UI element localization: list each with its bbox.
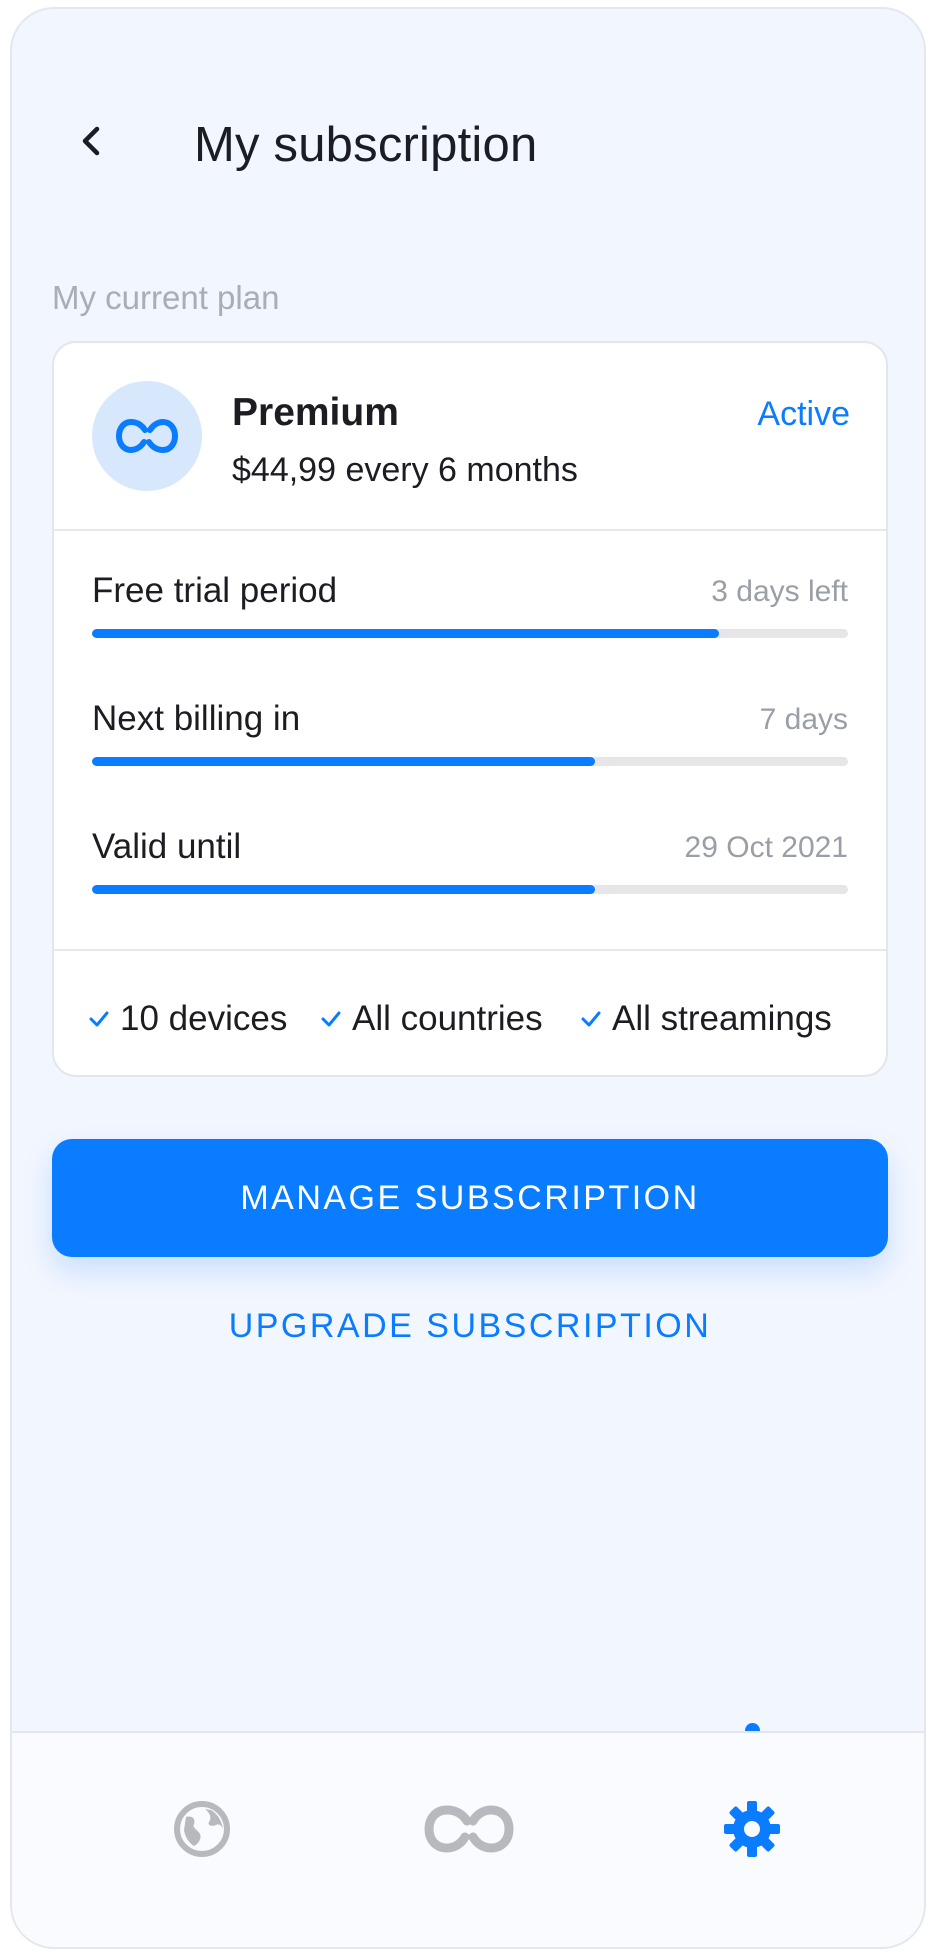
tab-vpn[interactable] xyxy=(419,1789,519,1869)
feature-label: 10 devices xyxy=(120,999,288,1038)
header: My subscription xyxy=(12,9,924,229)
plan-header: Premium $44,99 every 6 months Active xyxy=(54,343,886,531)
feature-list: 10 devices All countries All streamings xyxy=(54,949,886,1077)
row-value: 29 Oct 2021 xyxy=(684,831,848,864)
infinity-icon xyxy=(115,418,179,454)
row-value: 3 days left xyxy=(711,575,848,608)
infinity-icon xyxy=(424,1805,514,1853)
row-label: Next billing in xyxy=(92,699,301,738)
manage-subscription-button[interactable]: MANAGE SUBSCRIPTION xyxy=(52,1139,888,1257)
progress-bar-fill xyxy=(92,757,595,766)
phone-screen: My subscription My current plan Premium … xyxy=(10,7,926,1949)
check-icon xyxy=(580,1008,602,1030)
plan-status-badge: Active xyxy=(757,395,850,433)
back-button[interactable] xyxy=(64,113,120,169)
upgrade-subscription-button[interactable]: UPGRADE SUBSCRIPTION xyxy=(52,1307,888,1357)
chevron-left-icon xyxy=(82,126,100,156)
feature-item: All streamings xyxy=(580,999,832,1039)
progress-bar xyxy=(92,885,848,894)
gear-icon xyxy=(724,1801,780,1857)
plan-name: Premium xyxy=(232,391,399,434)
progress-row-valid: Valid until 29 Oct 2021 xyxy=(92,827,848,917)
progress-row-trial: Free trial period 3 days left xyxy=(92,571,848,661)
progress-bar xyxy=(92,629,848,638)
bottom-tab-bar xyxy=(12,1731,924,1947)
row-value: 7 days xyxy=(759,703,848,736)
globe-icon xyxy=(174,1801,230,1857)
progress-bar-fill xyxy=(92,885,595,894)
section-label: My current plan xyxy=(52,279,280,316)
progress-bar-fill xyxy=(92,629,720,638)
feature-item: 10 devices xyxy=(88,999,287,1039)
plan-price: $44,99 every 6 months xyxy=(232,451,578,489)
plan-card: Premium $44,99 every 6 months Active Fre… xyxy=(52,341,888,1077)
plan-avatar xyxy=(92,381,202,491)
progress-row-billing: Next billing in 7 days xyxy=(92,699,848,789)
check-icon xyxy=(320,1008,342,1030)
feature-label: All countries xyxy=(352,999,543,1038)
feature-item: All countries xyxy=(320,999,543,1039)
row-label: Free trial period xyxy=(92,571,338,610)
page-title: My subscription xyxy=(194,118,538,172)
tab-settings[interactable] xyxy=(702,1789,802,1869)
check-icon xyxy=(88,1008,110,1030)
feature-label: All streamings xyxy=(612,999,832,1038)
row-label: Valid until xyxy=(92,827,242,866)
progress-bar xyxy=(92,757,848,766)
tab-locations[interactable] xyxy=(152,1789,252,1869)
